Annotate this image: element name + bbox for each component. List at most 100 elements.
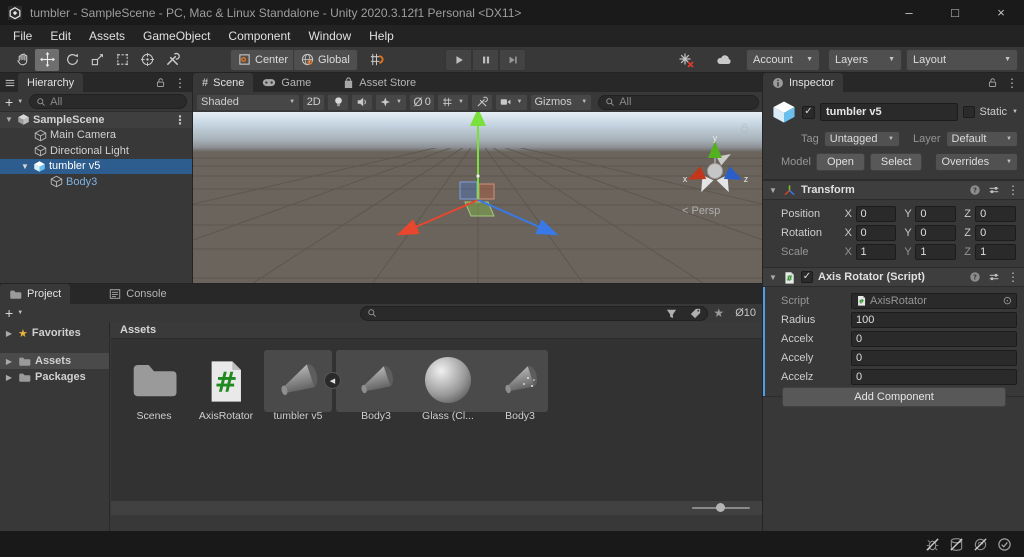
- hierarchy-item-directional-light[interactable]: Directional Light: [0, 143, 192, 159]
- step-button[interactable]: [499, 49, 526, 71]
- asset-tumbler[interactable]: tumbler v5: [263, 354, 333, 422]
- scale-x-field[interactable]: 1: [855, 243, 897, 260]
- active-checkbox[interactable]: ✓: [802, 105, 815, 119]
- menu-help[interactable]: Help: [360, 25, 403, 47]
- hierarchy-item-scene[interactable]: ▼ SampleScene ⋮: [0, 112, 192, 128]
- help-icon[interactable]: [969, 271, 981, 283]
- status-progress-icon[interactable]: [997, 537, 1012, 552]
- kebab-menu-icon[interactable]: ⋮: [1007, 271, 1019, 283]
- scale-tool-button[interactable]: [85, 48, 109, 71]
- position-x-field[interactable]: 0: [855, 205, 897, 222]
- pivot-toggle-button[interactable]: Center: [230, 48, 297, 71]
- static-checkbox[interactable]: [962, 106, 975, 118]
- help-icon[interactable]: [969, 184, 981, 196]
- hierarchy-search-input[interactable]: All: [29, 94, 187, 109]
- tab-project[interactable]: Project: [0, 284, 71, 304]
- asset-axisrotator[interactable]: AxisRotator: [191, 354, 261, 422]
- status-cache-server-icon[interactable]: [949, 537, 964, 552]
- collapse-subassets-button[interactable]: ◀: [324, 372, 341, 389]
- scale-y-field[interactable]: 1: [915, 243, 957, 260]
- menu-edit[interactable]: Edit: [41, 25, 80, 47]
- script-object-field[interactable]: AxisRotator ⊙: [851, 292, 1017, 309]
- close-button[interactable]: ×: [978, 0, 1024, 25]
- menu-component[interactable]: Component: [219, 25, 299, 47]
- script-component-header[interactable]: ▼ ✓ Axis Rotator (Script) ⋮: [763, 267, 1024, 287]
- hierarchy-item-tumbler[interactable]: ▼ tumbler v5: [0, 158, 192, 174]
- tab-game[interactable]: Game: [253, 73, 320, 92]
- foldout-icon[interactable]: ▼: [4, 115, 14, 124]
- label-icon[interactable]: [689, 307, 702, 320]
- orientation-gizmo[interactable]: y x z: [680, 134, 752, 206]
- status-collab-icon[interactable]: [973, 537, 988, 552]
- asset-body3-mesh[interactable]: Body3: [341, 354, 411, 422]
- chevron-down-icon[interactable]: ▼: [1012, 109, 1018, 115]
- foldout-icon[interactable]: ▼: [768, 273, 778, 282]
- foldout-icon[interactable]: ▼: [768, 186, 778, 195]
- kebab-menu-icon[interactable]: ⋮: [174, 77, 186, 89]
- script-enabled-checkbox[interactable]: ✓: [801, 271, 813, 283]
- asset-scenes[interactable]: Scenes: [119, 354, 189, 422]
- tab-hierarchy[interactable]: Hierarchy: [18, 73, 84, 92]
- account-dropdown[interactable]: Account ▼: [746, 48, 820, 71]
- scene-tools-button[interactable]: [470, 93, 493, 111]
- minimize-button[interactable]: –: [886, 0, 932, 25]
- layers-dropdown[interactable]: Layers ▼: [828, 48, 902, 71]
- custom-tools-button[interactable]: [160, 48, 184, 71]
- foldout-icon[interactable]: ▼: [20, 162, 30, 171]
- move-gizmo[interactable]: [193, 112, 762, 283]
- lighting-toggle-button[interactable]: [327, 93, 350, 111]
- transform-tool-button[interactable]: [135, 48, 159, 71]
- kebab-menu-icon[interactable]: ⋮: [174, 114, 192, 126]
- tab-scene[interactable]: # Scene: [193, 73, 254, 92]
- menu-file[interactable]: File: [4, 25, 41, 47]
- kebab-menu-icon[interactable]: ⋮: [1007, 184, 1019, 196]
- accelz-field[interactable]: 0: [851, 368, 1017, 385]
- radius-field[interactable]: 100: [851, 311, 1017, 328]
- menu-assets[interactable]: Assets: [80, 25, 134, 47]
- foldout-icon[interactable]: ▶: [4, 373, 14, 382]
- tab-console[interactable]: Console: [100, 284, 175, 304]
- hierarchy-item-main-camera[interactable]: Main Camera: [0, 128, 192, 144]
- foldout-icon[interactable]: ▶: [4, 329, 14, 338]
- rect-tool-button[interactable]: [110, 48, 134, 71]
- add-object-button[interactable]: +: [5, 95, 13, 109]
- layout-dropdown[interactable]: Layout ▼: [906, 48, 1018, 71]
- effects-dropdown[interactable]: ▼: [375, 93, 407, 111]
- object-picker-icon[interactable]: ⊙: [1003, 294, 1012, 307]
- kebab-menu-icon[interactable]: ⋮: [1006, 77, 1018, 89]
- pause-button[interactable]: [472, 49, 499, 71]
- play-button[interactable]: [445, 49, 472, 71]
- rotation-y-field[interactable]: 0: [915, 224, 957, 241]
- slider-knob[interactable]: [716, 503, 725, 512]
- tree-item-assets[interactable]: ▶ Assets: [0, 353, 109, 369]
- foldout-icon[interactable]: ▶: [4, 357, 14, 366]
- tag-dropdown[interactable]: Untagged ▼: [823, 131, 900, 147]
- panel-menu-icon[interactable]: [4, 77, 16, 89]
- rotate-tool-button[interactable]: [60, 48, 84, 71]
- asset-body3-texture[interactable]: Body3: [485, 354, 555, 422]
- overrides-dropdown[interactable]: Overrides ▼: [935, 153, 1018, 171]
- tree-item-packages[interactable]: ▶ Packages: [0, 369, 109, 385]
- presets-icon[interactable]: [988, 184, 1000, 196]
- move-tool-button[interactable]: [35, 48, 59, 71]
- camera-settings-dropdown[interactable]: ▼: [494, 93, 528, 111]
- collab-button[interactable]: [670, 48, 702, 71]
- audio-toggle-button[interactable]: [351, 93, 374, 111]
- model-open-button[interactable]: Open: [815, 153, 865, 171]
- draw-mode-dropdown[interactable]: Shaded ▼: [196, 93, 301, 111]
- layer-dropdown[interactable]: Default ▼: [945, 131, 1018, 147]
- accelx-field[interactable]: 0: [851, 330, 1017, 347]
- favorites-star-icon[interactable]: ★: [713, 306, 724, 320]
- transform-header[interactable]: ▼ Transform ⋮: [763, 180, 1024, 200]
- tab-inspector[interactable]: Inspector: [763, 73, 844, 92]
- status-debugger-icon[interactable]: [925, 537, 940, 552]
- position-z-field[interactable]: 0: [975, 205, 1016, 222]
- scene-viewport[interactable]: y x z < Persp: [193, 112, 762, 283]
- cloud-button[interactable]: [708, 48, 740, 71]
- lock-icon[interactable]: [987, 77, 998, 88]
- grid-snap-button[interactable]: [364, 48, 388, 71]
- search-by-type-icon[interactable]: [665, 307, 678, 320]
- project-search-input[interactable]: [360, 305, 708, 321]
- model-select-button[interactable]: Select: [869, 153, 923, 171]
- scene-visibility-button[interactable]: Ø 0: [408, 93, 436, 111]
